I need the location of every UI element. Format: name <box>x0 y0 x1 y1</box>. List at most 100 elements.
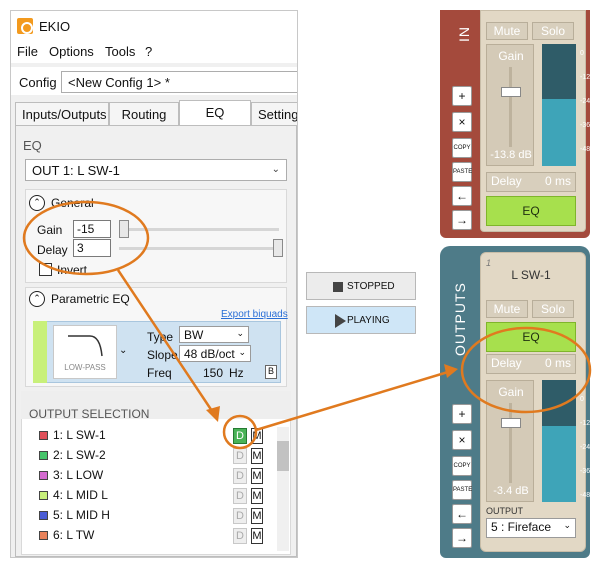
delay-slider-thumb[interactable] <box>273 239 283 257</box>
delay-slider-track <box>119 247 279 250</box>
output-color-swatch <box>39 431 48 440</box>
copy-button[interactable]: COPY <box>452 138 472 158</box>
delay-input[interactable]: 3 <box>73 239 111 257</box>
lowpass-shape-box[interactable]: LOW-PASS <box>53 325 117 379</box>
top-mute-button[interactable]: Mute <box>486 22 528 40</box>
arrow-left-icon[interactable]: ← <box>452 186 472 206</box>
config-row: Config <New Config 1> * <box>11 67 297 95</box>
title-bar: EKIO <box>11 11 297 41</box>
d-button[interactable]: D <box>233 528 247 544</box>
output-row[interactable]: 6: L TW D M <box>39 526 289 546</box>
tab-bar: Inputs/Outputs Routing EQ Settings <box>15 100 297 126</box>
meter-tick-label: -48 <box>580 146 591 153</box>
paste-button[interactable]: PASTE <box>452 480 472 500</box>
tab-eq[interactable]: EQ <box>179 100 251 126</box>
collapse-general-icon[interactable]: ⌃ <box>29 195 45 211</box>
stopped-button[interactable]: STOPPED <box>306 272 416 300</box>
menu-help[interactable]: ? <box>145 44 152 59</box>
m-button[interactable]: M <box>251 448 263 464</box>
output-row[interactable]: 3: L LOW D M <box>39 466 289 486</box>
meter-tick-label: -12 <box>580 420 591 427</box>
playing-button[interactable]: PLAYING <box>306 306 416 334</box>
output-color-swatch <box>39 491 48 500</box>
lowpass-curve-icon <box>68 335 103 357</box>
output-row[interactable]: 5: L MID H DM <box>39 506 289 526</box>
bypass-button[interactable]: B <box>265 365 277 379</box>
tab-routing[interactable]: Routing <box>109 102 179 126</box>
top-fader-track <box>509 67 512 147</box>
output-row[interactable]: 1: L SW-1 D M <box>39 426 289 446</box>
slope-value: 48 dB/oct <box>184 347 235 361</box>
m-button[interactable]: M <box>251 468 263 484</box>
top-delay[interactable]: Delay 0 ms <box>486 172 576 192</box>
channel-number: 1 <box>486 258 492 268</box>
outputs-label: OUTPUTS <box>452 282 468 356</box>
collapse-parametric-icon[interactable]: ⌃ <box>29 291 45 307</box>
bottom-delay[interactable]: Delay 0 ms <box>486 354 576 374</box>
invert-label: Invert <box>57 263 88 277</box>
export-biquads-link[interactable]: Export biquads <box>221 309 288 320</box>
output-row-label: 5: L MID H <box>53 508 110 522</box>
slope-select[interactable]: 48 dB/oct ⌄ <box>179 345 251 362</box>
bottom-fader-track <box>509 403 512 483</box>
d-button[interactable]: D <box>233 488 247 504</box>
output-row-label: 4: L MID L <box>53 488 108 502</box>
remove-icon[interactable]: × <box>452 430 472 450</box>
tab-settings[interactable]: Settings <box>251 102 297 126</box>
band-color-swatch <box>33 321 47 383</box>
meter-tick-label: -24 <box>580 444 591 451</box>
arrow-right-icon[interactable]: → <box>452 528 472 548</box>
stop-icon <box>333 282 343 292</box>
type-value: BW <box>184 328 204 342</box>
add-icon[interactable]: + <box>452 86 472 106</box>
m-button[interactable]: M <box>251 508 263 524</box>
meter-tick-label: -36 <box>580 122 591 129</box>
remove-icon[interactable]: × <box>452 112 472 132</box>
meter-tick-label: -24 <box>580 98 591 105</box>
bottom-meter-fill <box>542 426 576 502</box>
paste-button[interactable]: PASTE <box>452 162 472 182</box>
config-select[interactable]: <New Config 1> * <box>61 71 297 93</box>
gain-slider-thumb[interactable] <box>119 220 129 238</box>
bottom-mute-button[interactable]: Mute <box>486 300 528 318</box>
bottom-gain-label: Gain <box>498 385 524 399</box>
type-select[interactable]: BW ⌄ <box>179 326 249 343</box>
top-fader-thumb[interactable] <box>501 86 521 97</box>
top-eq-button[interactable]: EQ <box>486 196 576 226</box>
d-button[interactable]: D <box>233 468 247 484</box>
bottom-eq-button[interactable]: EQ <box>486 322 576 352</box>
add-icon[interactable]: + <box>452 404 472 424</box>
gain-input[interactable]: -15 <box>73 220 111 238</box>
m-button[interactable]: M <box>251 528 263 544</box>
output-color-swatch <box>39 511 48 520</box>
tab-inputs-outputs[interactable]: Inputs/Outputs <box>15 102 109 126</box>
menu-file[interactable]: File <box>17 44 38 59</box>
filter-chevron-icon[interactable]: ⌄ <box>119 345 127 356</box>
menu-options[interactable]: Options <box>49 44 94 59</box>
output-select-value: OUT 1: L SW-1 <box>32 163 120 178</box>
copy-button[interactable]: COPY <box>452 456 472 476</box>
output-row[interactable]: 4: L MID L DM <box>39 486 289 506</box>
arrow-left-icon[interactable]: ← <box>452 504 472 524</box>
bottom-solo-button[interactable]: Solo <box>532 300 574 318</box>
meter-tick-label: 0 <box>580 50 584 57</box>
menu-bar: File Options Tools ? <box>11 41 297 63</box>
menu-tools[interactable]: Tools <box>105 44 135 59</box>
output-row-label: 6: L TW <box>53 528 95 542</box>
top-gain-value: -13.8 dB <box>490 149 532 161</box>
d-button[interactable]: D <box>233 448 247 464</box>
bottom-fader-thumb[interactable] <box>501 418 521 429</box>
meter-tick-label: -12 <box>580 74 591 81</box>
freq-value[interactable]: 150 <box>203 366 223 380</box>
d-button[interactable]: D <box>233 508 247 524</box>
invert-checkbox[interactable] <box>39 263 52 276</box>
arrow-right-icon[interactable]: → <box>452 210 472 230</box>
top-solo-button[interactable]: Solo <box>532 22 574 40</box>
output-select[interactable]: OUT 1: L SW-1 ⌄ <box>25 159 287 181</box>
m-button[interactable]: M <box>251 488 263 504</box>
type-label: Type <box>147 330 174 344</box>
output-device-select[interactable]: 5 : Fireface ⌄ <box>486 518 576 538</box>
output-row[interactable]: 2: L SW-2 D M <box>39 446 289 466</box>
m-button[interactable]: M <box>251 428 263 444</box>
d-button[interactable]: D <box>233 428 247 444</box>
